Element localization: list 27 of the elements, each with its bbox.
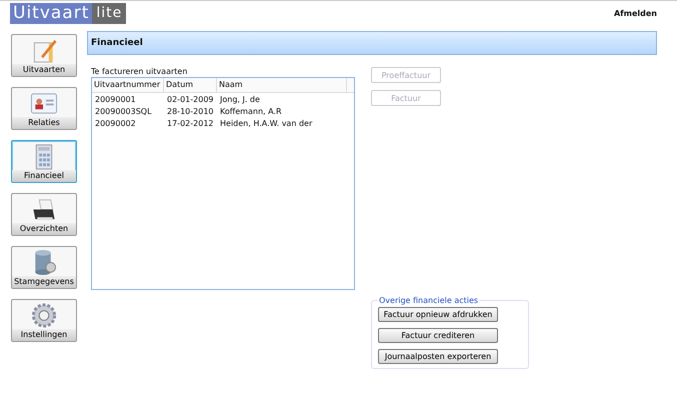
gear-icon	[29, 302, 59, 329]
nav-button[interactable]: Uitvaarten	[11, 34, 77, 77]
nav-button[interactable]: Overzichten	[11, 193, 77, 236]
nav-button[interactable]: Stamgegevens	[11, 246, 77, 289]
action-button[interactable]: Factuur crediteren	[378, 328, 498, 343]
column-header[interactable]: Uitvaartnummer	[92, 78, 164, 92]
nav-button[interactable]: Relaties	[11, 87, 77, 130]
table-cell-text: Koffemann, A.R	[219, 106, 283, 117]
table-cell-text: 20090001	[94, 94, 137, 105]
table-cell-text: 17-02-2012	[166, 118, 214, 129]
nav-button[interactable]: Instellingen	[11, 299, 77, 342]
table-cell-text: Jong, J. de	[218, 94, 261, 105]
logout-link[interactable]: Afmelden	[614, 9, 657, 18]
nav-button[interactable]: Financieel	[11, 140, 77, 183]
section-header: Financieel	[87, 31, 657, 55]
action-button[interactable]: Journaalposten exporteren	[378, 349, 498, 364]
table-cell-text: 28-10-2010	[166, 106, 214, 117]
column-header[interactable]: Naam	[217, 78, 347, 92]
table-cell-text: 02-01-2009	[166, 94, 214, 105]
group-title: Overige financiele acties	[378, 296, 480, 305]
table-cell-text: 20090003SQL	[94, 106, 153, 117]
column-header[interactable]: Datum	[164, 78, 217, 92]
logo: Uitvaart lite	[10, 3, 126, 24]
list-label: Te factureren uitvaarten	[91, 67, 188, 76]
table-cell-text: 20090002	[94, 118, 137, 129]
table-cell-text: Heiden, H.A.W. van der	[219, 118, 314, 129]
action-button[interactable]: Factuur opnieuw afdrukken	[378, 307, 498, 322]
